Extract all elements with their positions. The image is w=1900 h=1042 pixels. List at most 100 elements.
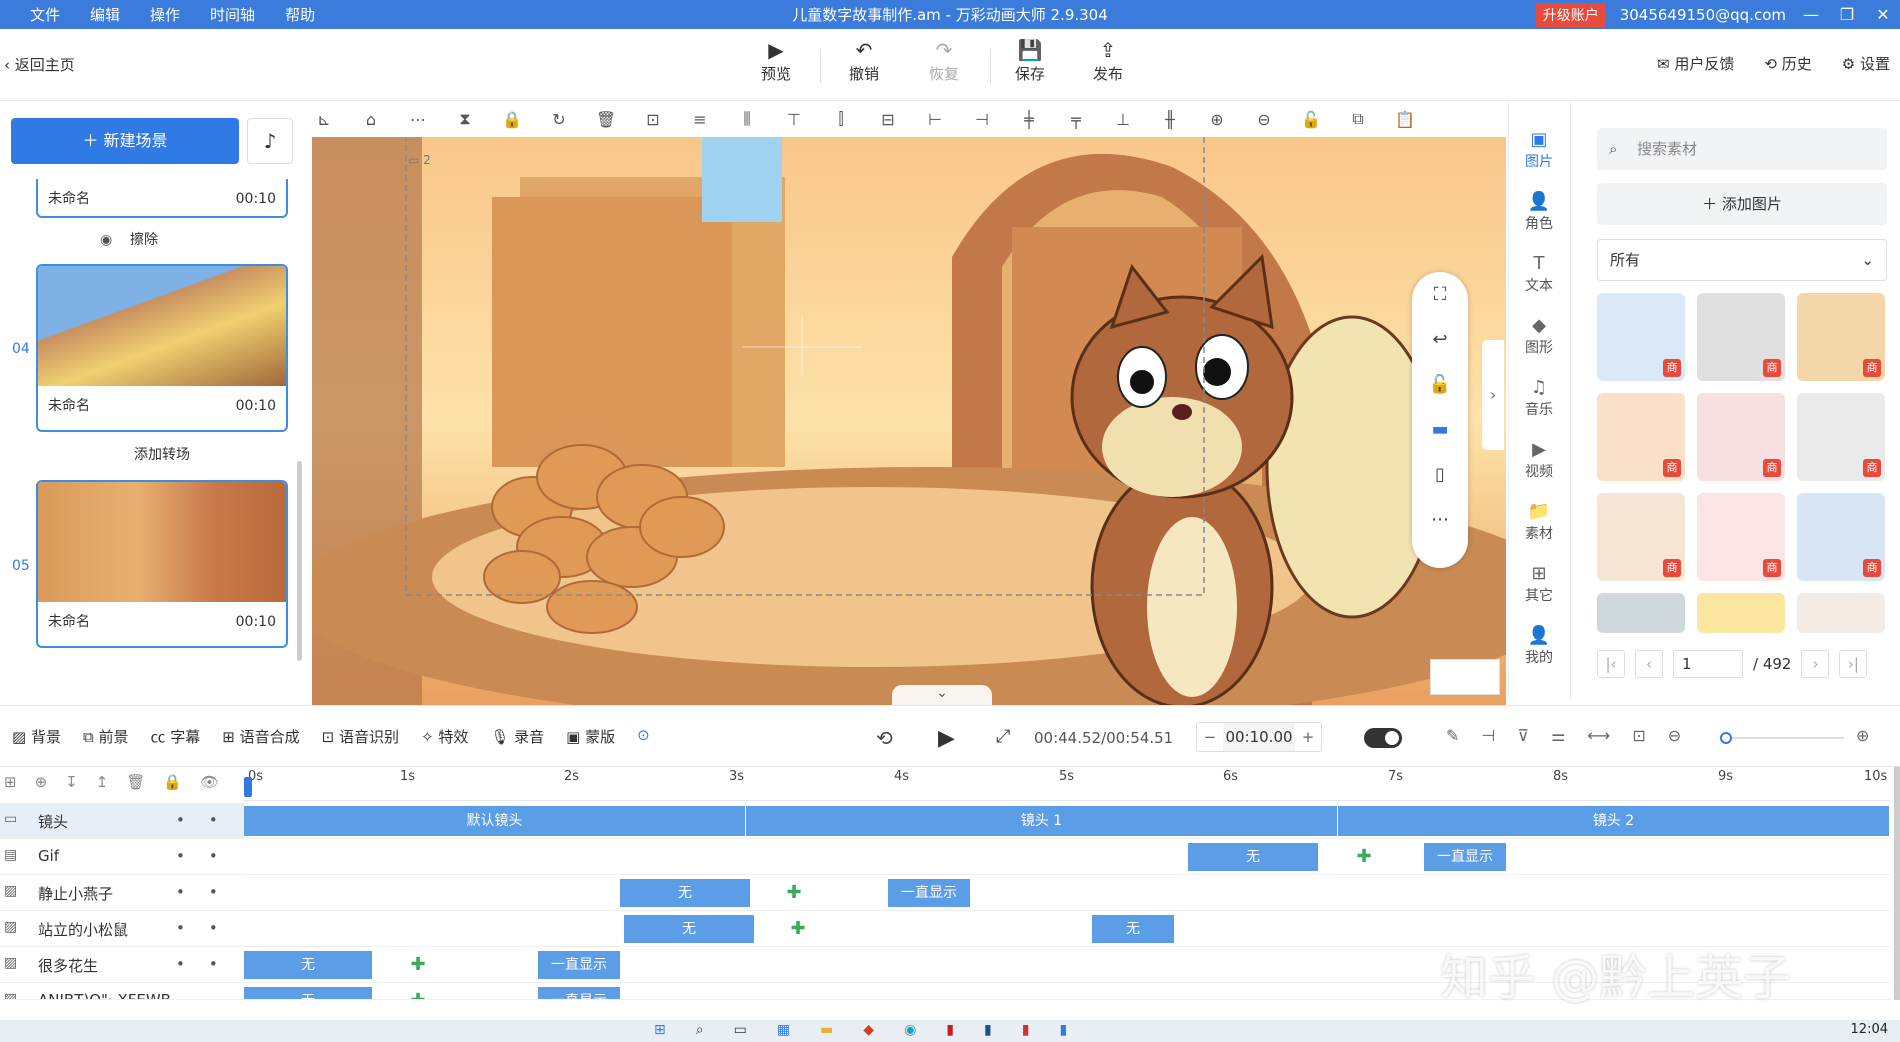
app-icon[interactable]: ◆ [863, 1022, 874, 1038]
track-toggles[interactable]: •• [176, 883, 242, 901]
duration-stepper[interactable]: −00:10.00 + [1196, 722, 1322, 752]
align-top-icon[interactable]: ⊤ [782, 110, 806, 129]
phone-icon[interactable]: ▯ [1412, 452, 1468, 497]
scene-canvas[interactable]: ▭ 2 ⌄ [312, 137, 1506, 705]
subtitle-button[interactable]: ㏄ 字幕 [150, 726, 200, 747]
track-header-squirrel[interactable]: ▨ 站立的小松鼠 •• [0, 911, 244, 947]
stay-clip[interactable]: 一直显示 [888, 879, 970, 907]
asset-tile-coins[interactable] [1697, 593, 1785, 633]
enter-animation-clip[interactable]: 无 [244, 987, 372, 999]
delete-layer-icon[interactable]: 🗑 [126, 773, 145, 791]
track-header-partial[interactable]: ▨ ANIBT)O"· XFEWB [0, 983, 244, 1000]
stay-clip[interactable]: 一直显示 [538, 951, 620, 979]
track-header-camera[interactable]: ▭ 镜头 •• [0, 803, 244, 839]
asset-filter-select[interactable]: 所有 ⌄ [1597, 239, 1887, 281]
minimize-icon[interactable]: — [1800, 5, 1822, 24]
time-ruler[interactable]: 0s 1s 2s 3s 4s 5s 6s 7s 8s 9s 10s [244, 767, 1890, 801]
more-icon[interactable]: ⋯ [1412, 497, 1468, 542]
lock-all-icon[interactable]: 🔒 [163, 773, 182, 791]
lock-open-icon[interactable]: 🔓 [1412, 362, 1468, 407]
align-bottom-icon[interactable]: ⊥ [1111, 110, 1135, 129]
track-header-gif[interactable]: ▤ Gif •• [0, 839, 244, 875]
keyframe-icon[interactable]: ✚ [408, 991, 428, 1000]
focus-icon[interactable]: ⊡ [641, 110, 665, 129]
scrollbar[interactable] [1894, 767, 1900, 1000]
more-options-icon[interactable]: ⊙ [637, 726, 650, 747]
asset-tile-building-blue[interactable]: 商 [1597, 293, 1685, 381]
menu-file[interactable]: 文件 [10, 4, 70, 25]
category-text[interactable]: T 文本 [1509, 253, 1569, 295]
asset-tile-businessman[interactable]: 商 [1797, 393, 1885, 481]
scene-card-03[interactable]: 未命名 00:10 [36, 179, 288, 218]
menu-operate[interactable]: 操作 [130, 4, 190, 25]
settings-link[interactable]: ⚙ 设置 [1842, 53, 1890, 74]
save-button[interactable]: 💾 保存 [1000, 39, 1060, 84]
windows-start-icon[interactable]: ⊞ [654, 1022, 666, 1038]
category-shapes[interactable]: ◆ 图形 [1509, 315, 1569, 357]
undo-arrow-icon[interactable]: ↩ [1412, 317, 1468, 362]
paste-icon[interactable]: 📋 [1393, 110, 1417, 129]
first-page-icon[interactable]: |‹ [1597, 650, 1625, 678]
track-toggles[interactable]: •• [176, 811, 242, 829]
home-icon[interactable]: ⌂ [359, 110, 383, 129]
undo-button[interactable]: ↶ 撤销 [834, 39, 894, 84]
app-icon[interactable]: ▮ [1059, 1022, 1067, 1038]
enter-animation-clip[interactable]: 无 [620, 879, 750, 907]
new-scene-button[interactable]: ＋ 新建场景 [11, 118, 239, 164]
close-icon[interactable]: ✕ [1872, 5, 1894, 24]
move-up-icon[interactable]: ↥ [96, 773, 109, 791]
keyframe-icon[interactable]: ✚ [408, 955, 428, 975]
add-folder-icon[interactable]: ⊕ [35, 773, 48, 791]
category-other[interactable]: ⊞ 其它 [1509, 563, 1569, 605]
prev-page-icon[interactable]: ‹ [1635, 650, 1663, 678]
hourglass-icon[interactable]: ⧗ [453, 109, 477, 129]
more-circle-icon[interactable]: ⋯ [406, 110, 430, 129]
upgrade-account-button[interactable]: 升级账户 [1535, 2, 1606, 27]
asset-tile-drumstick[interactable]: 商 [1597, 393, 1685, 481]
plus-icon[interactable]: + [1295, 728, 1321, 746]
publish-button[interactable]: ⇪ 发布 [1078, 39, 1138, 84]
effects-button[interactable]: ✧ 特效 [421, 726, 468, 747]
asset-tile-box[interactable]: 商 [1797, 293, 1885, 381]
page-input[interactable]: 1 [1673, 650, 1743, 678]
scrollbar[interactable] [297, 461, 302, 661]
add-layer-icon[interactable]: ⊞ [4, 773, 17, 791]
zoom-in-small-icon[interactable]: ⊕ [1856, 726, 1869, 745]
enter-animation-clip[interactable]: 无 [244, 951, 372, 979]
keyframe-icon[interactable]: ✚ [788, 919, 808, 939]
adjust-icon[interactable]: ⚌ [1551, 726, 1565, 745]
lock-icon[interactable]: 🔒 [500, 110, 524, 129]
track-header-peanuts[interactable]: ▨ 很多花生 •• [0, 947, 244, 983]
keyframe-icon[interactable]: ✚ [1354, 847, 1374, 867]
last-page-icon[interactable]: ›| [1839, 650, 1868, 678]
enter-animation-clip[interactable]: 无 [1188, 843, 1318, 871]
duration-value[interactable]: 00:10.00 [1223, 723, 1295, 751]
exit-animation-clip[interactable]: 无 [1092, 915, 1174, 943]
ruler-icon[interactable]: ⊾ [312, 110, 336, 129]
foreground-button[interactable]: ⧉ 前景 [83, 726, 129, 747]
keyframe-icon[interactable]: ✚ [784, 883, 804, 903]
track-header-swallow[interactable]: ▨ 静止小燕子 •• [0, 875, 244, 911]
widgets-icon[interactable]: ▦ [777, 1022, 790, 1038]
enter-animation-clip[interactable]: 无 [624, 915, 754, 943]
asset-tile-paper-plane[interactable]: 商 [1697, 493, 1785, 581]
feedback-link[interactable]: ✉ 用户反馈 [1657, 53, 1734, 74]
preview-button[interactable]: ▶ 预览 [746, 39, 806, 84]
filter-icon[interactable]: ⊽ [1517, 726, 1529, 745]
restore-icon[interactable]: ❐ [1836, 5, 1858, 24]
camera-clip[interactable]: 镜头 1 [746, 806, 1338, 836]
asset-tile-thinking-man[interactable]: 商 [1597, 493, 1685, 581]
track-toggles[interactable]: •• [176, 955, 242, 973]
edge-icon[interactable]: ◉ [904, 1022, 916, 1038]
back-home-button[interactable]: ‹ 返回主页 [4, 54, 75, 75]
task-view-icon[interactable]: ▭ [734, 1022, 747, 1038]
align-center-icon[interactable]: ≡ [688, 110, 712, 129]
stay-clip[interactable]: 一直显示 [538, 987, 620, 999]
align-hcenter-icon[interactable]: ╪ [1017, 110, 1041, 129]
category-mine[interactable]: 👤 我的 [1509, 625, 1569, 667]
one-to-one-icon[interactable]: ⊡ [1632, 726, 1645, 745]
redo-button[interactable]: ↷ 恢复 [914, 39, 974, 84]
play-icon[interactable]: ▶ [938, 726, 955, 751]
asset-tile-frame[interactable] [1597, 593, 1685, 633]
minimap-thumbnail[interactable] [1430, 659, 1500, 695]
